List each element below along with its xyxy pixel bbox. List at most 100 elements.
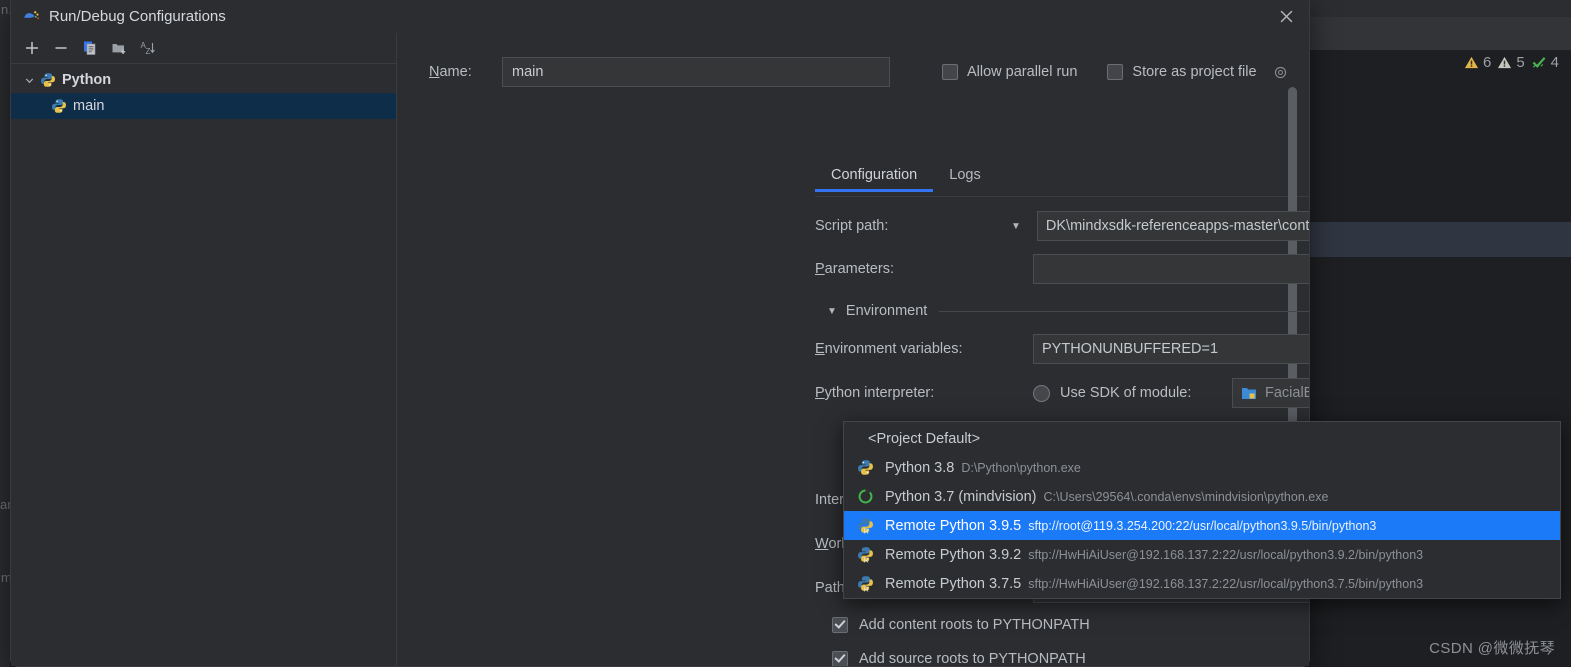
add-source-roots-checkbox[interactable] — [832, 651, 848, 666]
python-interpreter-row: Python interpreter: Use SDK of module: F… — [815, 378, 1309, 408]
tree-item-main[interactable]: main — [11, 93, 396, 119]
dropdown-item-remote-python-375[interactable]: R Remote Python 3.7.5 sftp://HwHiAiUser@… — [844, 569, 1560, 598]
svg-text:R: R — [864, 587, 869, 592]
watermark: CSDN @微微抚琴 — [1429, 640, 1555, 657]
store-as-project-file-option[interactable]: Store as project file — [1107, 64, 1287, 80]
svg-text:R: R — [864, 558, 869, 563]
python-icon — [41, 73, 55, 87]
module-sdk-dropdown[interactable]: FacialExpressionRecognition ▼ — [1232, 378, 1309, 408]
svg-text:Z: Z — [146, 47, 151, 56]
inspection-count-gray: 5 — [1516, 54, 1525, 71]
dropdown-item-name: Python 3.7 (mindvision) — [885, 488, 1037, 505]
gear-icon[interactable] — [1273, 65, 1288, 80]
add-content-roots-option[interactable]: Add content roots to PYTHONPATH — [832, 617, 1090, 633]
dropdown-item-remote-python-395[interactable]: R Remote Python 3.9.5 sftp://root@119.3.… — [844, 511, 1560, 540]
store-as-project-file-label: Store as project file — [1132, 64, 1257, 80]
dropdown-item-python-37-mindvision[interactable]: Python 3.7 (mindvision) C:\Users\29564\.… — [844, 482, 1560, 511]
name-label: Name: — [429, 64, 472, 80]
dropdown-item-name: <Project Default> — [868, 430, 981, 447]
close-icon[interactable] — [1269, 3, 1303, 31]
copy-configuration-button[interactable] — [77, 36, 103, 60]
minus-icon — [55, 47, 67, 49]
warning-triangle-orange-icon — [1464, 56, 1479, 69]
dropdown-item-remote-python-392[interactable]: R Remote Python 3.9.2 sftp://HwHiAiUser@… — [844, 540, 1560, 569]
environment-section-header[interactable]: ▼ Environment — [827, 303, 1309, 319]
configurations-panel: A Z Python main — [11, 33, 397, 666]
dropdown-item-path: C:\Users\29564\.conda\envs\mindvision\py… — [1043, 489, 1329, 504]
module-icon — [1242, 388, 1256, 399]
python-icon — [858, 460, 873, 475]
check-green-icon — [1532, 57, 1546, 68]
interpreter-dropdown-list[interactable]: <Project Default> Python 3.8 D:\Python\p… — [843, 421, 1561, 599]
dialog-title-bar[interactable]: Run/Debug Configurations — [11, 0, 1309, 33]
dropdown-item-name: Remote Python 3.9.5 — [885, 517, 1022, 534]
run-debug-icon — [24, 11, 39, 20]
name-input[interactable]: main — [502, 57, 890, 87]
python-interpreter-label: Python interpreter: — [815, 385, 935, 401]
use-sdk-of-module-radio[interactable] — [1033, 384, 1050, 402]
remote-python-icon: R — [858, 547, 873, 563]
configurations-tree: Python main — [11, 64, 396, 666]
environment-variables-row: Environment variables: PYTHONUNBUFFERED=… — [815, 334, 1309, 364]
inspection-count-orange: 6 — [1482, 54, 1492, 71]
svg-text:R: R — [864, 529, 869, 534]
script-path-input[interactable]: DK\mindxsdk-referenceapps-master\contrib… — [1036, 211, 1309, 241]
script-path-mode-dropdown[interactable]: ▼ — [1011, 221, 1021, 232]
conda-icon — [858, 489, 873, 504]
allow-parallel-run-option[interactable]: Allow parallel run — [942, 64, 1077, 80]
warning-triangle-gray-icon — [1498, 56, 1512, 69]
add-source-roots-option[interactable]: Add source roots to PYTHONPATH — [832, 651, 1086, 666]
tree-group-label: Python — [62, 72, 112, 88]
section-collapse-icon[interactable]: ▼ — [827, 306, 837, 317]
allow-parallel-run-checkbox[interactable] — [942, 64, 958, 80]
dialog-title: Run/Debug Configurations — [49, 8, 226, 25]
sort-az-icon: A Z — [141, 41, 155, 56]
environment-variables-value: PYTHONUNBUFFERED=1 — [1042, 341, 1219, 357]
add-configuration-button[interactable] — [19, 36, 45, 60]
dropdown-item-project-default[interactable]: <Project Default> — [844, 424, 1560, 453]
use-sdk-of-module-label: Use SDK of module: — [1060, 385, 1192, 401]
environment-variables-input[interactable]: PYTHONUNBUFFERED=1 — [1033, 334, 1309, 364]
inspection-warnings-orange[interactable]: 6 — [1464, 54, 1491, 71]
module-sdk-value: FacialExpressionRecognition — [1265, 385, 1309, 401]
folder-plus-icon — [112, 44, 126, 54]
name-label-rest: ame: — [439, 64, 472, 80]
tree-group-python[interactable]: Python — [11, 67, 396, 93]
python-icon — [52, 99, 66, 113]
add-content-roots-label: Add content roots to PYTHONPATH — [859, 617, 1090, 633]
section-divider — [939, 310, 1309, 312]
parameters-input[interactable]: + — [1033, 254, 1309, 284]
script-path-row: Script path: ▼ DK\mindxsdk-referenceapps… — [815, 211, 1309, 241]
parameters-label-rest: arameters: — [824, 261, 894, 277]
remote-python-icon: R — [858, 518, 873, 534]
inspection-badges[interactable]: 6 5 4 — [1464, 54, 1559, 71]
python-interpreter-label-rest: ython interpreter: — [824, 385, 935, 401]
dropdown-item-python-38[interactable]: Python 3.8 D:\Python\python.exe — [844, 453, 1560, 482]
tab-underline — [815, 196, 1309, 197]
inspection-warnings-gray[interactable]: 5 — [1497, 54, 1525, 71]
remove-configuration-button[interactable] — [48, 36, 74, 60]
add-content-roots-checkbox[interactable] — [832, 617, 848, 633]
dropdown-item-name: Remote Python 3.9.2 — [885, 546, 1022, 563]
store-as-project-file-checkbox[interactable] — [1107, 64, 1124, 80]
name-input-value: main — [512, 64, 544, 80]
tab-configuration[interactable]: Configuration — [815, 161, 934, 192]
dropdown-item-path: D:\Python\python.exe — [961, 460, 1081, 475]
dropdown-item-name: Python 3.8 — [885, 459, 955, 476]
dropdown-item-path: sftp://root@119.3.254.200:22/usr/local/p… — [1028, 518, 1377, 533]
dropdown-item-path: sftp://HwHiAiUser@192.168.137.2:22/usr/l… — [1028, 547, 1424, 562]
environment-variables-label: Environment variables: — [815, 341, 963, 357]
name-row: Name: main Allow parallel run Store as p… — [429, 57, 1289, 87]
new-folder-button[interactable] — [106, 36, 132, 60]
copy-icon — [84, 41, 96, 55]
script-path-value: DK\mindxsdk-referenceapps-master\contrib… — [1045, 218, 1309, 234]
tree-item-label: main — [73, 98, 105, 114]
configuration-tabs: Configuration Logs — [815, 161, 997, 192]
inspection-ok[interactable]: 4 — [1531, 54, 1559, 71]
dropdown-item-path: sftp://HwHiAiUser@192.168.137.2:22/usr/l… — [1028, 576, 1424, 591]
parameters-label: Parameters: — [815, 261, 894, 277]
sort-configurations-button[interactable]: A Z — [135, 36, 161, 60]
chevron-down-icon — [21, 72, 37, 88]
environment-section-title: Environment — [845, 303, 928, 319]
tab-logs[interactable]: Logs — [933, 161, 996, 192]
